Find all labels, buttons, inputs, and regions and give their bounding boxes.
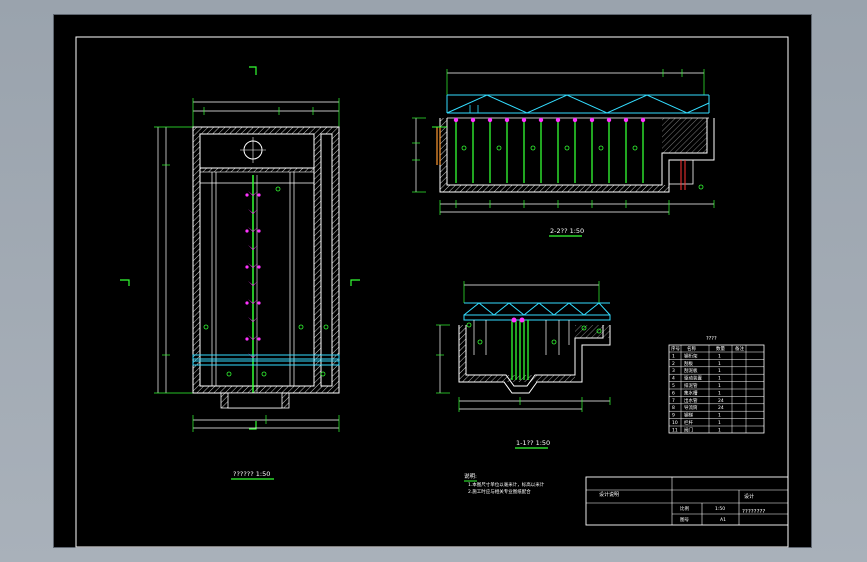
table-cell-no: 8 — [672, 405, 675, 411]
table-cell-qty: 1 — [718, 427, 721, 433]
table-cell-qty: 1 — [718, 420, 721, 426]
parts-table-title: ???? — [706, 336, 717, 342]
table-cell-no: 10 — [672, 420, 678, 426]
table-cell-qty: 24 — [718, 405, 724, 411]
table-cell-qty: 1 — [718, 361, 721, 367]
table-cell-no: 11 — [672, 427, 678, 433]
notes-line-2: 2.施工时应与相关专业图纸配合 — [468, 488, 531, 495]
table-cell-no: 7 — [672, 398, 675, 404]
table-cell-no: 4 — [672, 376, 675, 382]
table-cell-qty: 1 — [718, 368, 721, 374]
table-cell-qty: 24 — [718, 398, 724, 404]
table-cell-qty: 1 — [718, 376, 721, 382]
section-1-1-view: 1-1?? 1:50 — [436, 281, 611, 449]
title-block-design: 设计 — [744, 493, 754, 500]
table-cell-name: 出水管 — [684, 397, 698, 404]
parts-table: ???? 序号 名称 数量 备注 1 钢桁架 1 2 刮板 1 3 刮泥板 1 4 驱动装置 1 5 排泥… — [668, 336, 765, 434]
title-block-scale-label: 比例 — [680, 505, 689, 512]
title-block-scale-value: 1:50 — [715, 506, 725, 512]
notes-heading: 说明: — [464, 472, 477, 480]
table-cell-qty: 1 — [718, 413, 721, 419]
notes-line-1: 1.本图尺寸单位以毫米计，标高以米计 — [468, 481, 545, 488]
table-cell-no: 1 — [672, 353, 675, 359]
cad-drawing: ?????? 1:50 2-2?? 1:50 1-1?? 1:50 ???? 序… — [75, 36, 789, 548]
title-block: 设计说明 比例 1:50 图号 A1 设计 ???????? — [585, 476, 789, 526]
title-block-ratio-label: 图号 — [680, 517, 689, 523]
table-cell-name: 刮泥板 — [684, 367, 698, 374]
table-cell-name: 排泥管 — [684, 382, 698, 389]
section-2-2-label: 2-2?? 1:50 — [550, 227, 584, 235]
table-cell-name: 导流筒 — [684, 404, 698, 411]
table-cell-name: 集水槽 — [684, 389, 698, 396]
title-block-design-label: 设计说明 — [599, 491, 619, 498]
plan-view: ?????? 1:50 — [120, 66, 360, 480]
section-1-1-label: 1-1?? 1:50 — [516, 439, 550, 447]
table-cell-no: 5 — [672, 383, 675, 389]
notes: 说明: 1.本图尺寸单位以毫米计，标高以米计 2.施工时应与相关专业图纸配合 — [464, 472, 545, 495]
table-cell-name: 阀门 — [684, 426, 693, 433]
table-cell-qty: 1 — [718, 353, 721, 359]
table-header-qty: 数量 — [716, 345, 725, 352]
table-cell-name: 驱动装置 — [684, 375, 702, 382]
table-cell-qty: 1 — [718, 390, 721, 396]
title-block-drawing-code: ???????? — [742, 509, 765, 515]
table-header-no: 序号 — [671, 345, 680, 352]
plan-view-label: ?????? 1:50 — [233, 470, 270, 478]
table-cell-name: 刮板 — [684, 360, 693, 367]
table-cell-no: 6 — [672, 390, 675, 396]
section-2-2-view: 2-2?? 1:50 — [412, 69, 715, 237]
cad-drawing-area: ?????? 1:50 2-2?? 1:50 1-1?? 1:50 ???? 序… — [53, 14, 812, 548]
table-cell-no: 3 — [672, 368, 675, 374]
table-header-note: 备注 — [735, 345, 744, 352]
table-cell-no: 2 — [672, 361, 675, 367]
title-block-sheet-size: A1 — [720, 517, 726, 523]
table-cell-name: 栏杆 — [684, 419, 693, 426]
table-cell-qty: 1 — [718, 383, 721, 389]
table-header-name: 名称 — [687, 345, 696, 352]
table-cell-no: 9 — [672, 413, 675, 419]
table-cell-name: 钢梯 — [684, 412, 693, 419]
table-cell-name: 钢桁架 — [684, 352, 698, 359]
